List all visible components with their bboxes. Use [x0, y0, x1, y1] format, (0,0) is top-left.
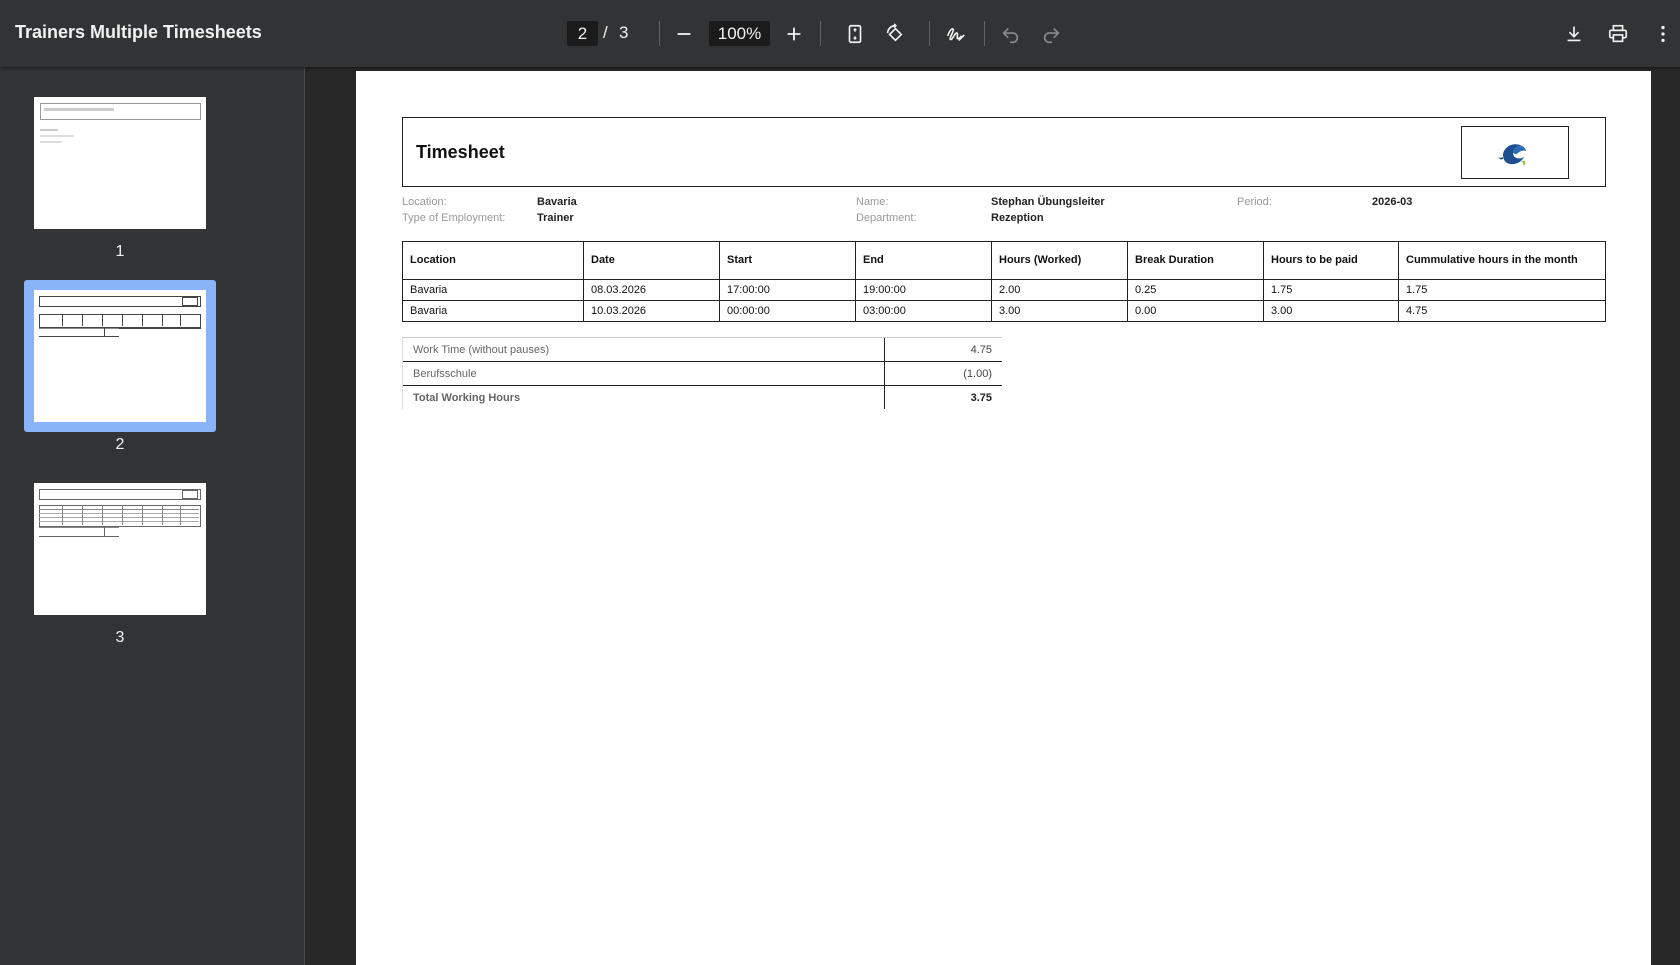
page-title: Timesheet	[416, 142, 505, 162]
summary-value: 3.75	[884, 385, 1002, 409]
page-thumbnail-2[interactable]	[24, 280, 216, 432]
name-value: Stephan Übungsleiter	[991, 196, 1105, 208]
employment-type-label: Type of Employment:	[402, 212, 506, 224]
column-header: Start	[719, 241, 856, 280]
table-row: Bavaria 10.03.2026 00:00:00 03:00:00 3.0…	[402, 300, 1606, 322]
toolbar-divider	[984, 21, 985, 46]
column-header: Cummulative hours in the month	[1398, 241, 1606, 280]
summary-total-row: Total Working Hours 3.75	[402, 385, 1002, 409]
fit-page-button[interactable]	[838, 17, 872, 51]
column-header: Hours (Worked)	[991, 241, 1128, 280]
thumbnail-label: 1	[115, 243, 125, 260]
period-value: 2026-03	[1372, 196, 1413, 208]
pdf-page: Timesheet Location: Bavaria Type of Empl…	[356, 71, 1651, 965]
summary-label: Work Time (without pauses)	[402, 337, 885, 362]
table-cell: 10.03.2026	[583, 300, 720, 322]
summary-label: Berufsschule	[402, 361, 885, 386]
name-label: Name:	[856, 196, 889, 208]
zoom-in-button[interactable]	[777, 17, 811, 51]
print-icon	[1608, 24, 1628, 43]
summary-row: Berufsschule (1.00)	[402, 361, 1002, 386]
table-cell: 2.00	[991, 279, 1128, 301]
plus-icon	[787, 27, 801, 41]
thumbnail-preview	[34, 290, 206, 422]
more-options-button[interactable]	[1646, 17, 1680, 51]
summary-value: (1.00)	[884, 361, 1002, 386]
table-cell: 03:00:00	[855, 300, 992, 322]
toolbar-divider	[659, 21, 660, 46]
page-number-input[interactable]	[567, 21, 598, 46]
more-vert-icon	[1661, 25, 1665, 43]
column-header: End	[855, 241, 992, 280]
column-header: Date	[583, 241, 720, 280]
table-cell: 4.75	[1398, 300, 1606, 322]
redo-button[interactable]	[1034, 17, 1068, 51]
table-cell: 00:00:00	[719, 300, 856, 322]
column-header: Hours to be paid	[1263, 241, 1399, 280]
department-label: Department:	[856, 212, 917, 224]
table-cell: 3.00	[1263, 300, 1399, 322]
table-cell: Bavaria	[402, 279, 584, 301]
thumbnail-label: 2	[115, 436, 125, 453]
download-icon	[1567, 26, 1581, 42]
minus-icon	[677, 33, 691, 35]
table-cell: 08.03.2026	[583, 279, 720, 301]
table-row: Bavaria 08.03.2026 17:00:00 19:00:00 2.0…	[402, 279, 1606, 301]
pdf-toolbar: Trainers Multiple Timesheets / 3	[0, 0, 1680, 67]
draw-icon	[946, 28, 965, 42]
print-button[interactable]	[1601, 17, 1635, 51]
summary-table: Work Time (without pauses) 4.75 Berufssc…	[402, 337, 1002, 409]
document-title: Trainers Multiple Timesheets	[15, 22, 262, 42]
location-value: Bavaria	[537, 196, 577, 208]
thumbnail-preview	[34, 97, 206, 229]
table-cell: 17:00:00	[719, 279, 856, 301]
undo-button[interactable]	[994, 17, 1028, 51]
rotate-button[interactable]	[878, 17, 912, 51]
table-cell: 3.00	[991, 300, 1128, 322]
fit-page-icon	[848, 24, 862, 44]
draw-button[interactable]	[939, 17, 973, 51]
undo-icon	[1002, 27, 1019, 44]
employment-type-value: Trainer	[537, 212, 574, 224]
thumbnail-sidebar: 1 2 3	[0, 67, 305, 965]
timesheet-table: Location Date Start End Hours (Worked) B…	[402, 241, 1606, 322]
column-header: Break Duration	[1127, 241, 1264, 280]
page-separator: /	[603, 23, 608, 42]
table-cell: 19:00:00	[855, 279, 992, 301]
page-thumbnail-3[interactable]	[24, 473, 216, 625]
table-cell: Bavaria	[402, 300, 584, 322]
table-cell: 0.00	[1127, 300, 1264, 322]
table-cell: 1.75	[1263, 279, 1399, 301]
thumbnail-preview	[34, 483, 206, 615]
redo-icon	[1043, 27, 1060, 44]
toolbar-divider	[929, 21, 930, 46]
bird-logo-icon	[1498, 143, 1526, 166]
summary-row: Work Time (without pauses) 4.75	[402, 337, 1002, 362]
summary-label: Total Working Hours	[402, 385, 885, 409]
location-label: Location:	[402, 196, 447, 208]
company-logo	[1461, 126, 1569, 179]
page-thumbnail-1[interactable]	[24, 87, 216, 239]
thumbnail-label: 3	[115, 629, 125, 646]
rotate-icon	[886, 23, 903, 42]
summary-value: 4.75	[884, 337, 1002, 362]
table-cell: 0.25	[1127, 279, 1264, 301]
table-header-row: Location Date Start End Hours (Worked) B…	[402, 241, 1606, 280]
department-value: Rezeption	[991, 212, 1044, 224]
download-button[interactable]	[1557, 17, 1591, 51]
zoom-input[interactable]	[709, 21, 770, 46]
page-total: 3	[619, 23, 629, 42]
period-label: Period:	[1237, 196, 1272, 208]
column-header: Location	[402, 241, 584, 280]
timesheet-header: Timesheet	[402, 117, 1606, 187]
toolbar-divider	[820, 21, 821, 46]
table-cell: 1.75	[1398, 279, 1606, 301]
zoom-out-button[interactable]	[667, 17, 701, 51]
